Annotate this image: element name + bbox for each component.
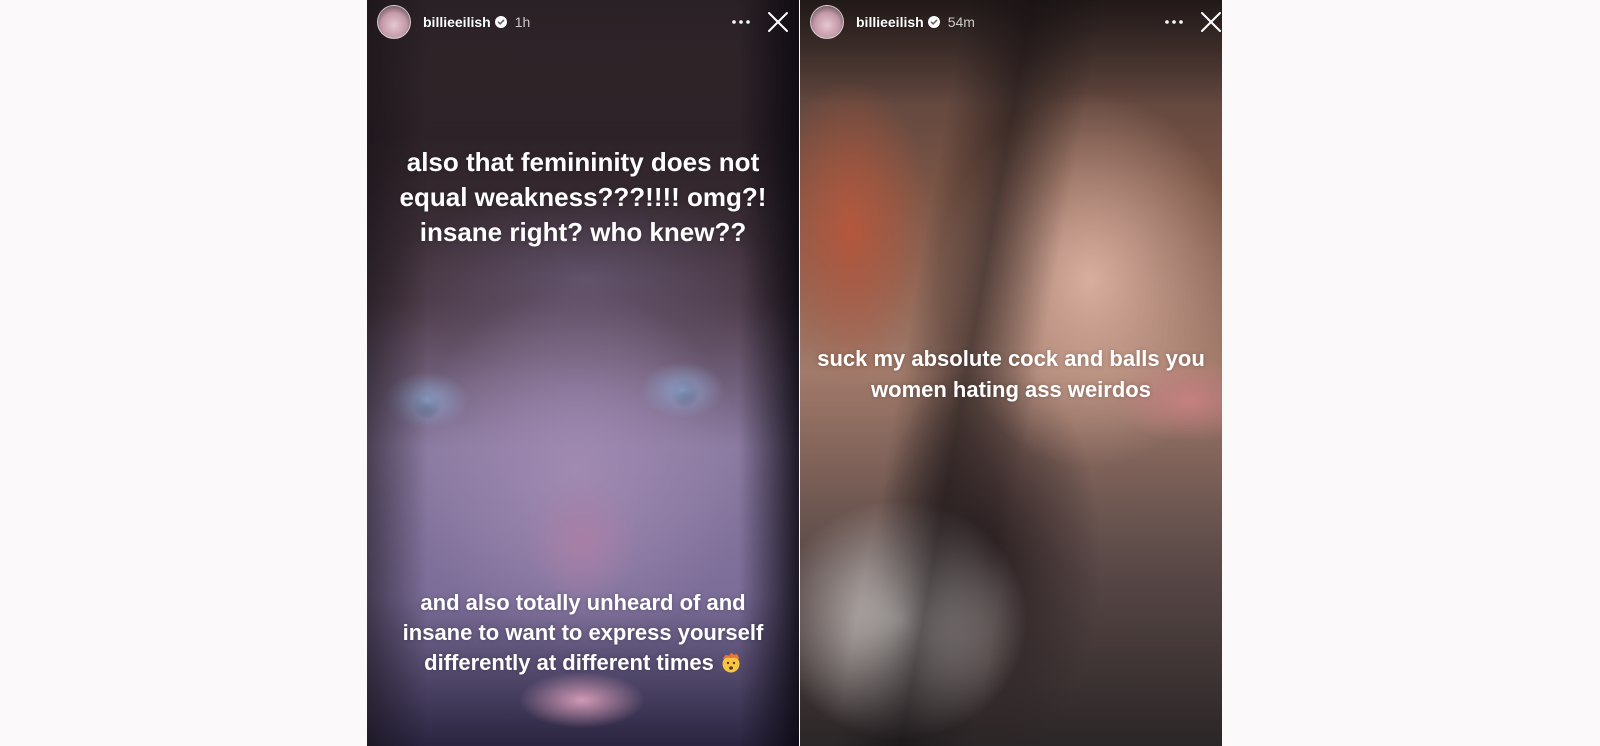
story-timestamp: 54m (947, 14, 975, 30)
story-card-right[interactable]: billieeilish 54m suck my absolute cock a… (800, 0, 1222, 746)
more-options-icon[interactable] (731, 12, 751, 32)
close-icon[interactable] (767, 11, 789, 33)
exploding-head-emoji-icon (720, 651, 742, 673)
story-caption-bottom: and also totally unheard of and insane t… (367, 588, 799, 678)
story-header-right: billieeilish 54m (810, 4, 1222, 40)
story-caption-top: also that femininity does not equal weak… (399, 147, 767, 247)
avatar[interactable] (377, 5, 411, 39)
story-viewer-page: billieeilish 1h also that femininity doe… (0, 0, 1600, 746)
story-header-left: billieeilish 1h (377, 4, 789, 40)
more-options-icon[interactable] (1164, 12, 1184, 32)
username[interactable]: billieeilish (423, 14, 491, 30)
close-icon[interactable] (1200, 11, 1222, 33)
verified-badge-icon (927, 16, 940, 28)
username[interactable]: billieeilish (856, 14, 924, 30)
story-caption-bottom-text: and also totally unheard of and insane t… (402, 590, 764, 675)
verified-badge-icon (494, 16, 507, 28)
story-caption: suck my absolute cock and balls you wome… (817, 346, 1205, 402)
avatar[interactable] (810, 5, 844, 39)
story-card-left[interactable]: billieeilish 1h also that femininity doe… (367, 0, 799, 746)
story-timestamp: 1h (514, 14, 531, 30)
